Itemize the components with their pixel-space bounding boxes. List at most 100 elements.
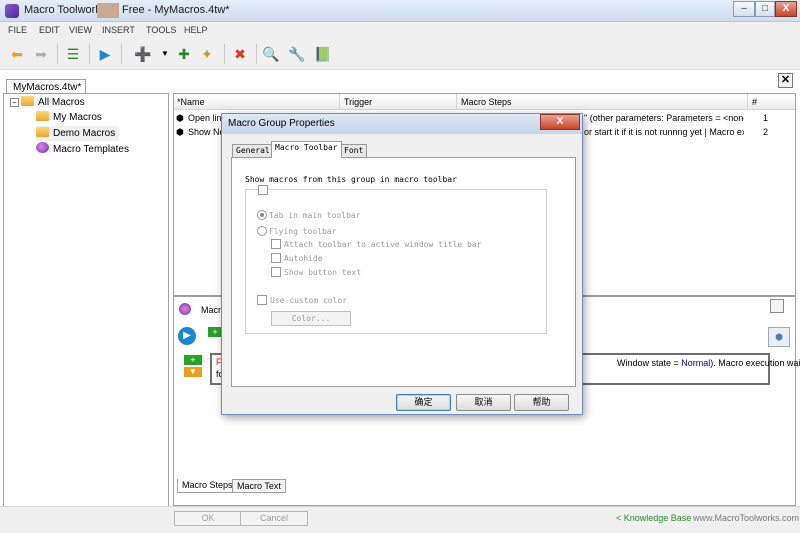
menu-edit[interactable]: EDIT (39, 25, 60, 35)
tab-general[interactable]: General (232, 144, 274, 158)
menu-help[interactable]: HELP (184, 25, 208, 35)
attach-toolbar-checkbox[interactable]: Attach toolbar to active window title ba… (271, 239, 481, 249)
minimize-button[interactable]: – (733, 1, 755, 17)
window-title: Free - MyMacros.4tw* (122, 4, 230, 16)
tree-item-all-macros[interactable]: − All Macros (10, 95, 85, 110)
column-header-name[interactable]: *Name (177, 97, 205, 107)
tab-macro-steps[interactable]: Macro Steps (177, 479, 238, 493)
add-macro-icon[interactable]: ➕ (133, 44, 153, 64)
stop-icon[interactable]: ✖ (230, 44, 250, 64)
macro-group-properties-dialog: Macro Group Properties X General Macro T… (221, 113, 583, 415)
tab-macro-toolbar[interactable]: Macro Toolbar (271, 141, 342, 158)
grid-header: *Name Trigger Macro Steps # (174, 94, 795, 110)
checkbox-icon (271, 267, 281, 277)
chevron-down-icon[interactable]: ▼ (155, 44, 175, 64)
step-text-link[interactable]: Normal (681, 358, 710, 368)
color-button[interactable]: Color... (271, 311, 351, 326)
search-icon[interactable]: 🔍 (261, 44, 281, 64)
step-options-icon[interactable]: ⬢ (768, 327, 790, 347)
checkbox-icon (271, 253, 281, 263)
tree-item-label: All Macros (38, 97, 85, 108)
option-label: Autohide (284, 254, 323, 263)
redacted-region (97, 3, 119, 18)
radio-icon (257, 226, 267, 236)
menu-insert[interactable]: INSERT (102, 25, 135, 35)
toolbar-separator (89, 44, 90, 64)
show-button-text-checkbox[interactable]: Show button text (271, 267, 361, 277)
radio-icon (257, 210, 267, 220)
dialog-close-button[interactable]: X (540, 114, 580, 130)
macro-icon: ⬢ (176, 113, 184, 123)
macro-steps: or start it if it is not runnng yet | Ma… (584, 127, 744, 137)
close-window-button[interactable]: X (775, 1, 797, 17)
menu-bar: FILE EDIT VIEW INSERT TOOLS HELP (0, 22, 800, 38)
bottom-tabs: Macro Steps Macro Text (177, 479, 377, 495)
play-icon[interactable]: ▶ (95, 44, 115, 64)
dialog-help-button[interactable]: 帮助 (514, 394, 569, 411)
option-label: Flying toolbar (269, 227, 337, 236)
option-label: Use custom color (270, 296, 348, 305)
dialog-tab-panel: Show macros from this group in macro too… (231, 157, 576, 387)
add-step-icon[interactable]: + (208, 327, 222, 337)
dialog-ok-button[interactable]: 确定 (396, 394, 451, 411)
website-link[interactable]: www.MacroToolworks.com (693, 513, 799, 523)
help-book-icon[interactable]: 📗 (313, 44, 333, 64)
tab-font[interactable]: Font (340, 144, 368, 158)
macro-list-icon[interactable]: ☰ (63, 44, 83, 64)
macro-group-tree: − All Macros My Macros Demo Macros Macro … (3, 93, 169, 531)
macro-name: Open link (188, 113, 224, 123)
footer-bar: OK Cancel < Knowledge Base www.MacroTool… (0, 506, 800, 533)
step-add-icon[interactable]: + (184, 355, 202, 365)
tree-item-label: Macro Templates (53, 144, 129, 155)
toolbar-separator (224, 44, 225, 64)
settings-wrench-icon[interactable]: 🔧 (287, 44, 307, 64)
toolbar-options-group: Tab in main toolbar Flying toolbar Attac… (245, 185, 547, 334)
step-text-start: Window state = (617, 358, 682, 368)
collapse-icon[interactable]: − (10, 98, 19, 107)
ok-button[interactable]: OK (174, 511, 242, 526)
use-custom-color-checkbox[interactable]: Use custom color (257, 295, 347, 305)
tree-item-label: Demo Macros (53, 128, 116, 139)
tree-item-label: My Macros (53, 112, 102, 123)
step-move-icon[interactable]: ▼ (184, 367, 202, 377)
tab-macro-text[interactable]: Macro Text (232, 479, 286, 493)
maximize-button[interactable]: □ (755, 1, 775, 17)
checkbox-icon (271, 239, 281, 249)
knowledge-base-link[interactable]: < Knowledge Base (616, 513, 691, 523)
tree-item-my-macros[interactable]: My Macros (36, 110, 102, 125)
autohide-checkbox[interactable]: Autohide (271, 253, 323, 263)
folder-open-icon (21, 96, 34, 106)
macro-number: 1 (763, 113, 769, 123)
back-arrow-icon[interactable]: ⬅ (7, 44, 27, 64)
checkbox-icon (257, 295, 267, 305)
macro-number: 2 (763, 127, 769, 137)
menu-tools[interactable]: TOOLS (146, 25, 176, 35)
folder-icon (36, 127, 49, 137)
column-header-macro-steps[interactable]: Macro Steps (461, 97, 512, 107)
tab-in-main-option[interactable]: Tab in main toolbar (257, 210, 361, 220)
play-icon[interactable]: ▶ (178, 327, 196, 345)
macro-steps: " (other parameters: Parameters = <none>… (584, 113, 744, 123)
tree-item-demo-macros[interactable]: Demo Macros (36, 126, 120, 141)
show-macros-label: Show macros from this group in macro too… (245, 175, 457, 184)
toolbar: ⬅ ➡ ☰ ▶ ➕ ▼ ✚ ✦ ✖ 🔍 🔧 📗 (0, 38, 800, 70)
forward-arrow-icon[interactable]: ➡ (31, 44, 51, 64)
macro-icon (179, 303, 191, 315)
import-icon[interactable]: ✦ (197, 44, 217, 64)
toolbar-separator (256, 44, 257, 64)
menu-file[interactable]: FILE (8, 25, 27, 35)
menu-view[interactable]: VIEW (69, 25, 92, 35)
add-group-icon[interactable]: ✚ (174, 44, 194, 64)
macro-icon: ⬢ (176, 127, 184, 137)
cancel-button[interactable]: Cancel (240, 511, 308, 526)
panel-toggle-icon[interactable] (770, 299, 784, 313)
column-header-number[interactable]: # (752, 97, 757, 107)
app-name: Macro Toolworks (24, 4, 107, 16)
step-text-end: ). Macro execution waits (710, 358, 800, 368)
column-header-trigger[interactable]: Trigger (344, 97, 372, 107)
dialog-cancel-button[interactable]: 取消 (456, 394, 511, 411)
close-document-button[interactable]: ✕ (778, 73, 793, 88)
show-macros-checkbox[interactable] (258, 185, 268, 195)
flying-toolbar-option[interactable]: Flying toolbar (257, 226, 336, 236)
tree-item-macro-templates[interactable]: Macro Templates (36, 142, 129, 157)
